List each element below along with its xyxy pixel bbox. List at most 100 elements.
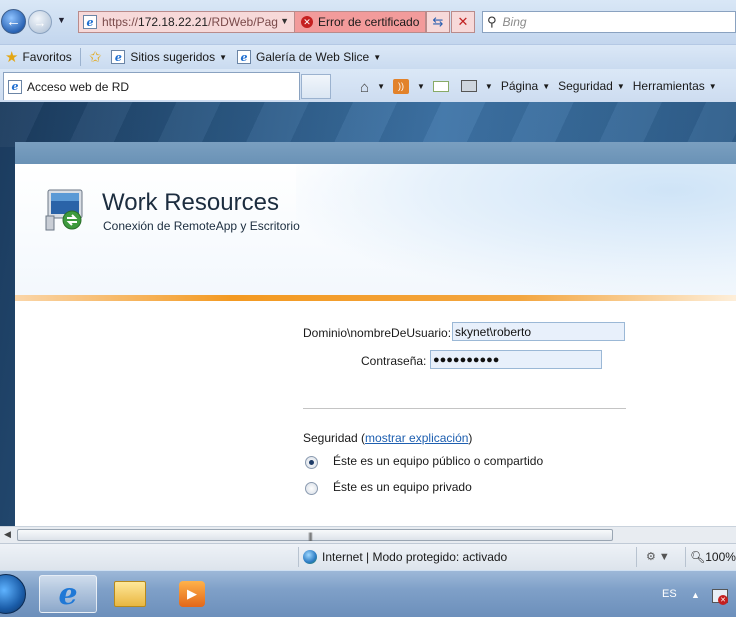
certificate-error-button[interactable]: ✕ Error de certificado (295, 11, 426, 33)
tools-menu[interactable]: Herramientas ▼ (629, 79, 721, 93)
horizontal-scrollbar[interactable]: ◀ ||| (0, 526, 736, 543)
internet-explorer-icon: e (58, 576, 78, 612)
play-icon: ▶ (179, 581, 205, 607)
chevron-down-icon: ▼ (416, 81, 425, 91)
url-field[interactable]: e https://172.18.22.21/RDWeb/Pag ▼ (78, 11, 295, 33)
chevron-down-icon: ▼ (373, 52, 382, 62)
ie-page-icon: e (237, 50, 252, 64)
taskbar: e ▶ ES ▲ ✕ (0, 570, 736, 617)
page-menu-label: Página (500, 79, 539, 93)
page-title: Work Resources (102, 189, 279, 216)
scroll-left-icon[interactable]: ◀ (4, 529, 11, 540)
refresh-button[interactable]: ⇆ (426, 11, 450, 33)
divider (79, 48, 81, 66)
address-bar: ← → ▼ e https://172.18.22.21/RDWeb/Pag ▼… (0, 0, 736, 44)
login-form: Dominio\nombreDeUsuario: skynet\roberto … (15, 302, 736, 526)
search-icon: ⚲ (487, 14, 497, 29)
tab-active[interactable]: e Acceso web de RD (3, 72, 300, 100)
public-computer-label[interactable]: Éste es un equipo público o compartido (333, 454, 543, 468)
chevron-down-icon: ▼ (484, 81, 493, 91)
page-viewport: Work Resources Conexión de RemoteApp y E… (0, 102, 736, 526)
background-pattern (0, 102, 736, 147)
feeds-button[interactable]: )) ▼ (389, 78, 429, 94)
tab-row: e Acceso web de RD ⌂ ▼ )) ▼ ▼ Página ▼ S… (0, 69, 736, 102)
url-host: 172.18.22.21 (138, 15, 209, 29)
taskbar-media-player[interactable]: ▶ (163, 575, 221, 613)
favorites-label: Favoritos (22, 50, 72, 64)
chevron-down-icon: ▼ (377, 81, 385, 91)
ie-page-icon: e (83, 15, 97, 29)
home-button[interactable]: ⌂ ▼ (356, 78, 389, 96)
safety-menu[interactable]: Seguridad ▼ (554, 79, 629, 93)
zoom-level: 100% (705, 550, 736, 564)
forward-button[interactable]: → (28, 10, 52, 34)
zoom-button[interactable]: 🔍︎100% (690, 550, 736, 564)
network-error-icon: ✕ (718, 595, 728, 605)
folder-icon (114, 581, 146, 607)
divider (636, 547, 637, 567)
taskbar-file-explorer[interactable] (101, 575, 159, 613)
show-hidden-icons-button[interactable]: ▲ (691, 590, 700, 600)
search-input[interactable]: ⚲ Bing (482, 11, 736, 33)
print-button[interactable]: ▼ (457, 80, 497, 92)
magnifier-icon: 🔍︎ (690, 550, 706, 564)
url-text: https://172.18.22.21/RDWeb/Pag (102, 15, 278, 29)
printer-icon (460, 80, 477, 92)
suggested-sites-button[interactable]: e Sitios sugeridos ▼ (106, 45, 232, 69)
close-icon: ✕ (457, 14, 469, 29)
security-zone[interactable]: Internet | Modo protegido: activado (303, 550, 507, 564)
remote-desktop-icon (45, 189, 83, 231)
add-to-favorites-bar-button[interactable]: ✩ (84, 45, 107, 69)
certificate-error-label: Error de certificado (318, 15, 420, 29)
globe-icon (303, 550, 317, 564)
search-placeholder: Bing (502, 15, 527, 29)
domain-username-field[interactable]: skynet\roberto (452, 322, 625, 341)
arrow-right-icon: → (33, 14, 47, 30)
rdweb-panel: Work Resources Conexión de RemoteApp y E… (15, 142, 736, 526)
back-button[interactable]: ← (1, 9, 26, 34)
chevron-down-icon: ▼ (708, 81, 717, 91)
ie-page-icon: e (111, 50, 126, 64)
stop-button[interactable]: ✕ (451, 11, 475, 33)
read-mail-button[interactable] (429, 80, 457, 92)
favorites-button[interactable]: ★ Favoritos (0, 45, 77, 69)
new-tab-button[interactable] (301, 74, 331, 99)
scrollbar-thumb[interactable]: ||| (17, 529, 613, 541)
taskbar-internet-explorer[interactable]: e (39, 575, 97, 613)
url-prefix: https:// (102, 15, 139, 29)
gear-icon[interactable]: ⚙ ▼ (646, 550, 670, 563)
url-dropdown-icon[interactable]: ▼ (280, 16, 289, 26)
home-icon: ⌂ (360, 78, 370, 96)
header-decoration (296, 164, 736, 295)
star-add-icon: ✩ (88, 49, 102, 66)
security-label: Seguridad ( (303, 431, 366, 445)
suggested-sites-label: Sitios sugeridos (130, 50, 216, 64)
password-field[interactable]: ●●●●●●●●●● (430, 350, 602, 369)
chevron-down-icon: ▼ (616, 81, 625, 91)
start-button[interactable] (0, 574, 26, 614)
page-subtitle: Conexión de RemoteApp y Escritorio (103, 219, 300, 233)
panel-top-bar (15, 142, 736, 164)
show-explanation-link[interactable]: mostrar explicación (365, 431, 468, 445)
status-bar: Internet | Modo protegido: activado ⚙ ▼ … (0, 543, 736, 570)
password-label: Contraseña: (361, 354, 427, 368)
tools-menu-label: Herramientas (632, 79, 705, 93)
header-divider (15, 295, 736, 301)
divider (685, 547, 686, 567)
safety-menu-label: Seguridad (558, 79, 613, 93)
divider (303, 408, 626, 409)
private-computer-radio[interactable] (305, 482, 318, 495)
star-icon: ★ (5, 49, 19, 66)
page-menu[interactable]: Página ▼ (497, 79, 554, 93)
security-zone-label: Internet | Modo protegido: activado (322, 550, 508, 564)
public-computer-radio[interactable] (305, 456, 318, 469)
url-path: /RDWeb/Pag (208, 15, 278, 29)
recent-pages-dropdown[interactable]: ▼ (57, 15, 66, 25)
web-slice-gallery-button[interactable]: e Galería de Web Slice ▼ (232, 45, 386, 69)
language-indicator[interactable]: ES (662, 588, 677, 600)
private-computer-label[interactable]: Éste es un equipo privado (333, 480, 472, 494)
domain-username-label: Dominio\nombreDeUsuario: (303, 326, 452, 340)
error-icon: ✕ (301, 16, 313, 28)
web-slice-gallery-label: Galería de Web Slice (256, 50, 370, 64)
scrollbar-grip-icon: ||| (308, 531, 313, 541)
